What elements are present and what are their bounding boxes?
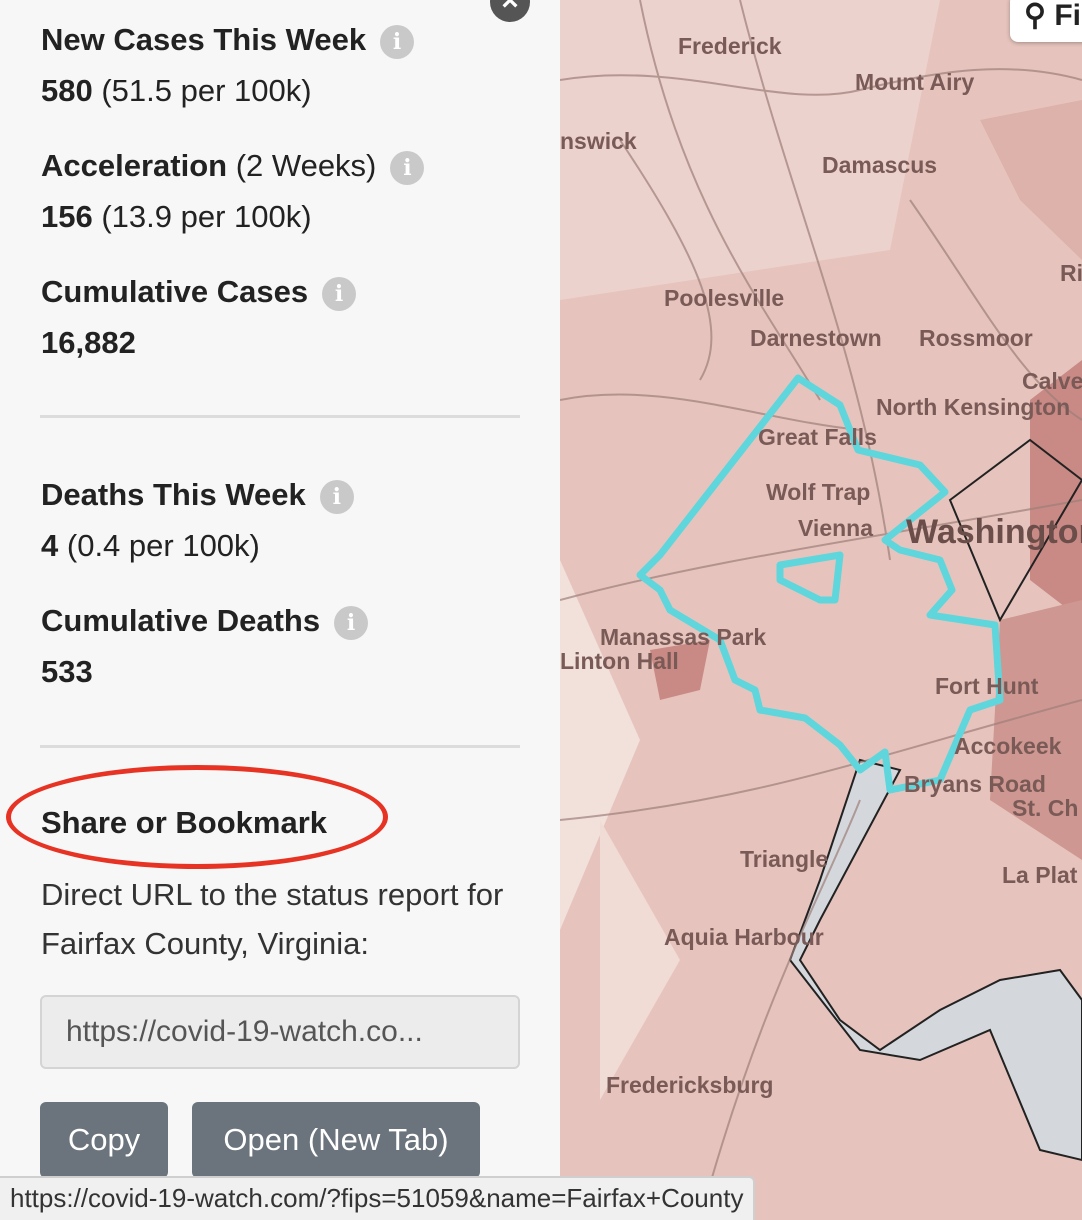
map-label: Rossmoor — [919, 325, 1033, 351]
stat-value: 533 — [41, 653, 93, 689]
map-label: Fredericksburg — [606, 1072, 774, 1098]
stat-cumulative-cases: Cumulative Cases i 16,882 — [41, 274, 357, 361]
map-label: nswick — [560, 128, 637, 154]
browser-status-bar: https://covid-19-watch.com/?fips=51059&n… — [0, 1176, 755, 1220]
close-icon[interactable]: × — [490, 0, 530, 22]
map-label: Wolf Trap — [766, 479, 871, 505]
stat-value: 16,882 — [41, 324, 136, 360]
map-label: Washington — [906, 513, 1082, 551]
divider — [40, 745, 520, 748]
info-icon[interactable]: i — [322, 276, 357, 311]
map[interactable]: Frederick Mount Airy nswick Damascus Ri … — [560, 0, 1082, 1220]
info-icon[interactable]: i — [390, 150, 425, 185]
map-label: Aquia Harbour — [664, 924, 824, 950]
share-description: Direct URL to the status report for Fair… — [41, 877, 504, 961]
map-label: Vienna — [798, 515, 873, 541]
map-label: Darnestown — [750, 325, 882, 351]
stat-title: Deaths This Week — [41, 477, 306, 512]
map-search-button[interactable]: ⚲ Fi — [1010, 0, 1082, 42]
info-icon[interactable]: i — [319, 479, 354, 514]
map-label: Frederick — [678, 33, 782, 59]
stat-acceleration: Acceleration (2 Weeks) i 156 (13.9 per 10… — [41, 148, 425, 235]
stat-value-detail: (51.5 per 100k) — [101, 72, 312, 108]
open-new-tab-button[interactable]: Open (New Tab) — [192, 1102, 480, 1178]
stat-title-suffix: (2 Weeks) — [235, 148, 377, 183]
info-icon[interactable]: i — [380, 24, 415, 59]
search-label: Fi — [1054, 0, 1081, 32]
map-label: Linton Hall — [560, 648, 679, 674]
divider — [40, 415, 520, 418]
map-label: Fort Hunt — [935, 673, 1039, 699]
stat-title: Acceleration — [41, 148, 228, 183]
map-label: Calve — [1022, 368, 1082, 394]
stat-deaths-week: Deaths This Week i 4 (0.4 per 100k) — [41, 477, 354, 564]
map-label: Great Falls — [758, 424, 877, 450]
stat-title: Cumulative Deaths — [41, 603, 321, 638]
map-label: Mount Airy — [855, 69, 975, 95]
stat-new-cases: New Cases This Week i 580 (51.5 per 100k) — [41, 22, 415, 109]
stat-value: 4 — [41, 527, 59, 563]
stat-value: 580 — [41, 72, 93, 108]
map-label: Manassas Park — [600, 624, 767, 650]
map-label: Bryans Road — [904, 771, 1046, 797]
map-label: Poolesville — [664, 285, 785, 311]
map-label: Triangle — [740, 846, 829, 872]
map-label: North Kensington — [876, 394, 1071, 420]
map-label: Damascus — [822, 152, 938, 178]
share-url-input[interactable]: https://covid-19-watch.co... — [40, 995, 520, 1069]
map-label: Accokeek — [954, 733, 1062, 759]
map-label: La Plat — [1002, 862, 1078, 888]
stat-value-detail: (0.4 per 100k) — [66, 527, 260, 563]
search-icon: ⚲ — [1024, 0, 1046, 32]
stat-title: Cumulative Cases — [41, 274, 309, 309]
copy-button[interactable]: Copy — [40, 1102, 168, 1178]
status-panel: × New Cases This Week i 580 (51.5 per 100… — [0, 0, 560, 1220]
map-label: Ri — [1060, 260, 1082, 286]
stat-value: 156 — [41, 198, 93, 234]
map-label: St. Ch — [1012, 795, 1079, 821]
share-title: Share or Bookmark — [41, 805, 327, 840]
stat-title: New Cases This Week — [41, 22, 367, 57]
info-icon[interactable]: i — [334, 605, 369, 640]
stat-cumulative-deaths: Cumulative Deaths i 533 — [41, 603, 369, 690]
map-canvas — [560, 0, 1082, 1220]
stat-value-detail: (13.9 per 100k) — [101, 198, 312, 234]
